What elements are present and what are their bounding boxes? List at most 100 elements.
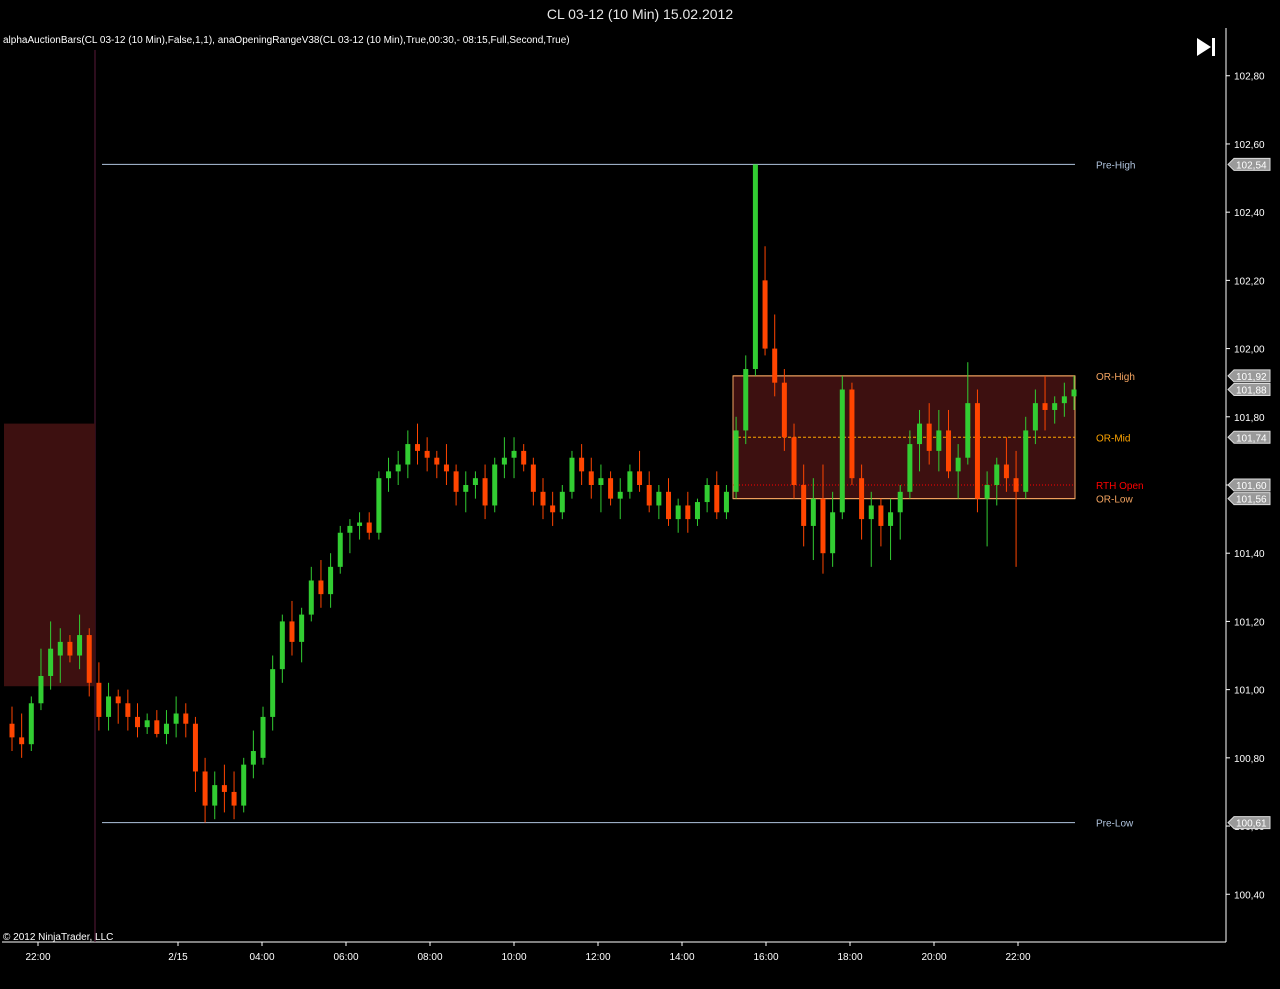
candle[interactable]: [9, 706, 15, 752]
candle[interactable]: [675, 498, 681, 533]
candle[interactable]: [414, 423, 420, 465]
candle-body: [1042, 403, 1048, 410]
candle[interactable]: [318, 560, 324, 608]
candle-body: [318, 580, 324, 595]
candle[interactable]: [376, 471, 382, 540]
candle[interactable]: [472, 471, 478, 499]
candle[interactable]: [878, 498, 884, 547]
candle[interactable]: [250, 730, 256, 779]
candle[interactable]: [299, 607, 305, 663]
candle[interactable]: [579, 444, 585, 485]
candle[interactable]: [540, 478, 546, 520]
candle[interactable]: [627, 464, 633, 499]
candle[interactable]: [135, 703, 141, 738]
candle-body: [38, 675, 44, 704]
candle[interactable]: [192, 716, 198, 792]
candle-body: [694, 502, 700, 520]
candle[interactable]: [202, 757, 208, 823]
candle[interactable]: [723, 485, 729, 520]
candle[interactable]: [569, 450, 575, 499]
candle[interactable]: [405, 430, 411, 479]
candle[interactable]: [125, 689, 131, 731]
candle-body: [608, 478, 614, 499]
candle[interactable]: [685, 491, 691, 533]
candle[interactable]: [482, 464, 488, 520]
candle-body: [1003, 464, 1009, 479]
candle[interactable]: [347, 519, 353, 554]
candle[interactable]: [173, 696, 179, 738]
candle[interactable]: [212, 771, 218, 820]
candle[interactable]: [28, 696, 34, 752]
candle[interactable]: [704, 478, 710, 513]
level-label: Pre-Low: [1096, 819, 1134, 830]
candle[interactable]: [559, 485, 565, 520]
candle[interactable]: [656, 485, 662, 520]
candle[interactable]: [221, 764, 227, 813]
candle[interactable]: [492, 457, 498, 513]
candle[interactable]: [849, 382, 855, 485]
candle[interactable]: [974, 389, 980, 513]
candle[interactable]: [386, 457, 392, 492]
candle[interactable]: [694, 498, 700, 526]
candle[interactable]: [453, 464, 459, 506]
candle[interactable]: [395, 450, 401, 485]
candle[interactable]: [666, 478, 672, 526]
candle[interactable]: [752, 164, 758, 376]
candle[interactable]: [839, 375, 845, 520]
candle-body: [366, 522, 372, 533]
candle[interactable]: [762, 246, 768, 356]
candle[interactable]: [888, 498, 894, 561]
candle[interactable]: [260, 706, 266, 765]
candle[interactable]: [443, 444, 449, 485]
candle[interactable]: [588, 457, 594, 499]
candle-body: [888, 512, 894, 526]
candle[interactable]: [96, 662, 102, 731]
candle[interactable]: [308, 566, 314, 622]
candle-body: [9, 723, 15, 738]
candle[interactable]: [337, 525, 343, 574]
candle[interactable]: [501, 437, 507, 479]
candle[interactable]: [830, 491, 836, 567]
candle[interactable]: [868, 491, 874, 567]
candle[interactable]: [106, 682, 112, 731]
candle[interactable]: [115, 689, 121, 724]
skip-to-end-icon[interactable]: [1197, 38, 1215, 56]
candle-body: [723, 491, 729, 513]
candle[interactable]: [163, 710, 169, 745]
candle[interactable]: [270, 655, 276, 731]
candle[interactable]: [646, 471, 652, 513]
candle-body: [617, 491, 623, 499]
candle[interactable]: [521, 444, 527, 472]
x-tick-label: 22:00: [25, 952, 50, 963]
candle[interactable]: [598, 464, 604, 513]
candle[interactable]: [357, 512, 363, 540]
candle[interactable]: [289, 600, 295, 656]
candle[interactable]: [530, 457, 536, 506]
candle[interactable]: [241, 757, 247, 813]
candle[interactable]: [231, 771, 237, 820]
candle[interactable]: [183, 703, 189, 738]
candle[interactable]: [617, 478, 623, 520]
candle[interactable]: [511, 437, 517, 479]
candle[interactable]: [608, 471, 614, 506]
candle-body: [984, 485, 990, 499]
price-chart[interactable]: 102,80 102,60 102,40 102,20 102,00 101,80 101,…: [0, 0, 1280, 989]
candle[interactable]: [463, 471, 469, 513]
candle[interactable]: [144, 713, 150, 734]
candle[interactable]: [154, 710, 160, 738]
candle[interactable]: [328, 553, 334, 608]
candle[interactable]: [550, 491, 556, 526]
level-label: OR-High: [1096, 372, 1135, 383]
candle[interactable]: [897, 485, 903, 540]
candle-body: [1061, 396, 1067, 404]
candle[interactable]: [19, 713, 25, 758]
candle[interactable]: [279, 614, 285, 683]
candle[interactable]: [714, 471, 720, 520]
y-tick-label: 101,20: [1234, 617, 1265, 628]
candle[interactable]: [434, 450, 440, 479]
candle[interactable]: [424, 437, 430, 472]
candle-body: [386, 471, 392, 479]
candle[interactable]: [637, 450, 643, 492]
candle[interactable]: [366, 512, 372, 540]
candle-body: [299, 614, 305, 642]
